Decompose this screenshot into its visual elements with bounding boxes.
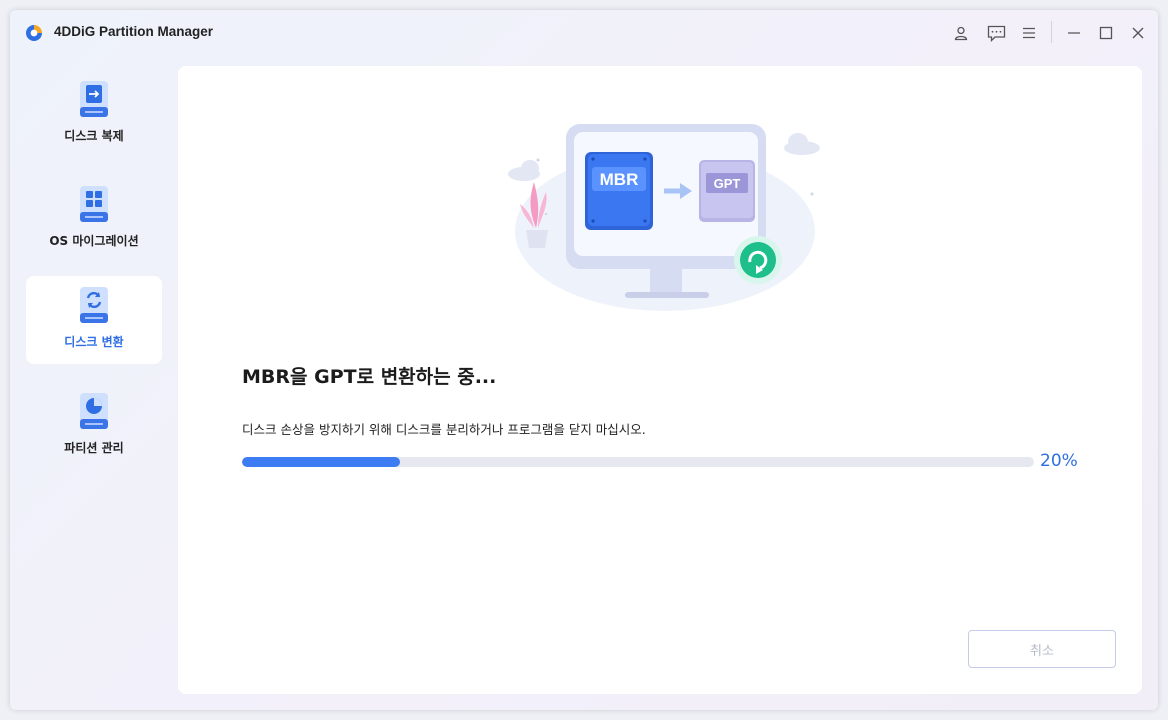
close-icon[interactable] (1127, 22, 1149, 44)
maximize-icon[interactable] (1095, 22, 1117, 44)
mbr-to-gpt-illustration: MBR GPT (508, 124, 820, 311)
sidebar-item-label: OS 마이그레이션 (49, 234, 139, 248)
app-window: 4DDiG Partition Manager 디스크 복제 OS 마이그레이션… (10, 10, 1158, 710)
account-icon[interactable] (950, 22, 972, 44)
cancel-button[interactable]: 취소 (968, 630, 1116, 668)
cloud-icon (508, 160, 540, 181)
title-bar: 4DDiG Partition Manager (10, 10, 1158, 54)
cloud-icon (784, 133, 820, 155)
progress-bar (242, 457, 1034, 467)
mbr-label: MBR (600, 170, 639, 189)
sidebar-item-os-migration[interactable]: OS 마이그레이션 (26, 175, 162, 263)
os-migration-icon (80, 186, 108, 222)
sidebar-item-disk-convert[interactable]: 디스크 변환 (26, 276, 162, 364)
progress-title: MBR을 GPT로 변환하는 중... (242, 366, 497, 388)
sidebar-item-disk-clone[interactable]: 디스크 복제 (26, 70, 162, 158)
sidebar-item-label: 파티션 관리 (64, 441, 124, 455)
disk-clone-icon (80, 81, 108, 117)
sidebar-item-label: 디스크 복제 (64, 129, 124, 143)
minimize-icon[interactable] (1063, 22, 1085, 44)
progress-percent: 20% (1040, 451, 1078, 471)
progress-bar-fill (242, 457, 401, 467)
sidebar-item-partition-manage[interactable]: 파티션 관리 (26, 382, 162, 470)
feedback-icon[interactable] (985, 22, 1007, 44)
progress-description: 디스크 손상을 방지하기 위해 디스크를 분리하거나 프로그램을 닫지 마십시오… (242, 422, 646, 437)
titlebar-divider (1051, 21, 1052, 43)
menu-icon[interactable] (1018, 22, 1040, 44)
app-title: 4DDiG Partition Manager (54, 24, 214, 39)
app-logo-icon (26, 25, 42, 41)
partition-manage-icon (80, 393, 108, 429)
gpt-label: GPT (714, 176, 741, 191)
main-panel: MBR GPT MBR을 GPT로 변환하는 중... 디스크 손상을 방지하기… (178, 66, 1142, 694)
disk-convert-icon (80, 287, 108, 323)
sidebar-item-label: 디스크 변환 (64, 335, 124, 349)
